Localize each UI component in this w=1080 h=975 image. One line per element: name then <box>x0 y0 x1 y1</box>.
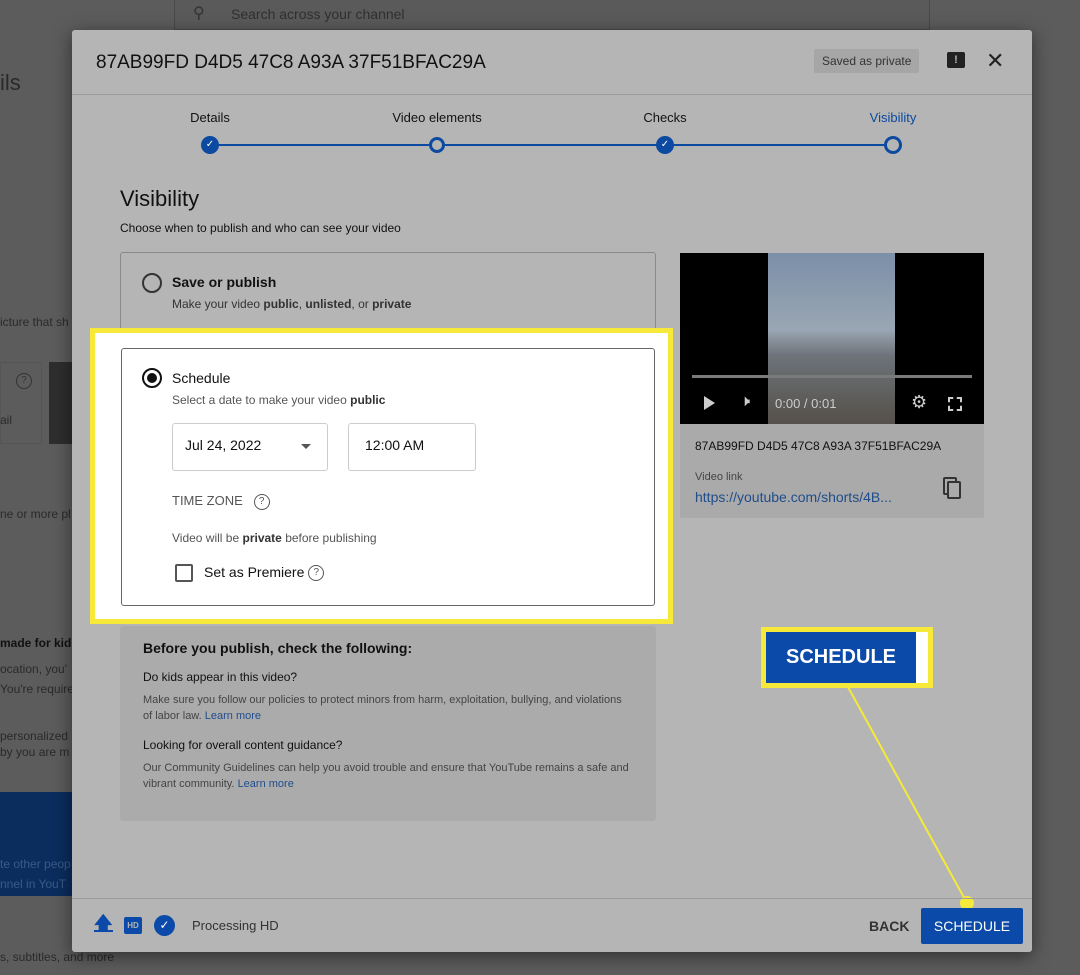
check-circle-icon: ✓ <box>154 915 175 936</box>
bg-fragment: te other peop <box>0 857 71 871</box>
bg-fragment: nnel in YouT <box>0 877 67 891</box>
bg-fragment: icture that sh <box>0 315 69 329</box>
channel-search-input[interactable]: ⚲ Search across your channel <box>174 0 930 30</box>
upload-icon: 🡅 <box>94 913 113 933</box>
upload-dialog: 87AB99FD D4D5 47C8 A93A 37F51BFAC29A Sav… <box>72 30 1032 952</box>
bg-fragment: ail <box>0 413 13 427</box>
callout-connector <box>847 686 974 910</box>
bg-fragment: personalized <box>0 729 69 743</box>
hd-icon: HD <box>124 917 142 934</box>
search-icon: ⚲ <box>193 5 205 22</box>
back-button[interactable]: BACK <box>869 918 909 934</box>
bg-fragment: ils <box>0 70 21 95</box>
bg-fragment: s, subtitles, and more <box>0 950 115 964</box>
processing-status: Processing HD <box>192 918 279 933</box>
bg-fragment: You're require <box>0 682 74 696</box>
bg-thumbnail <box>49 362 72 444</box>
divider <box>72 898 1032 899</box>
bg-thumbnail-box: ? <box>0 362 42 444</box>
bg-fragment: ne or more pl <box>0 507 71 521</box>
bg-fragment: ocation, you' <box>0 662 68 676</box>
bg-fragment: made for kid <box>0 636 72 650</box>
schedule-button[interactable]: SCHEDULE <box>921 908 1023 944</box>
search-placeholder: Search across your channel <box>231 6 405 22</box>
bg-fragment: by you are m <box>0 745 70 759</box>
